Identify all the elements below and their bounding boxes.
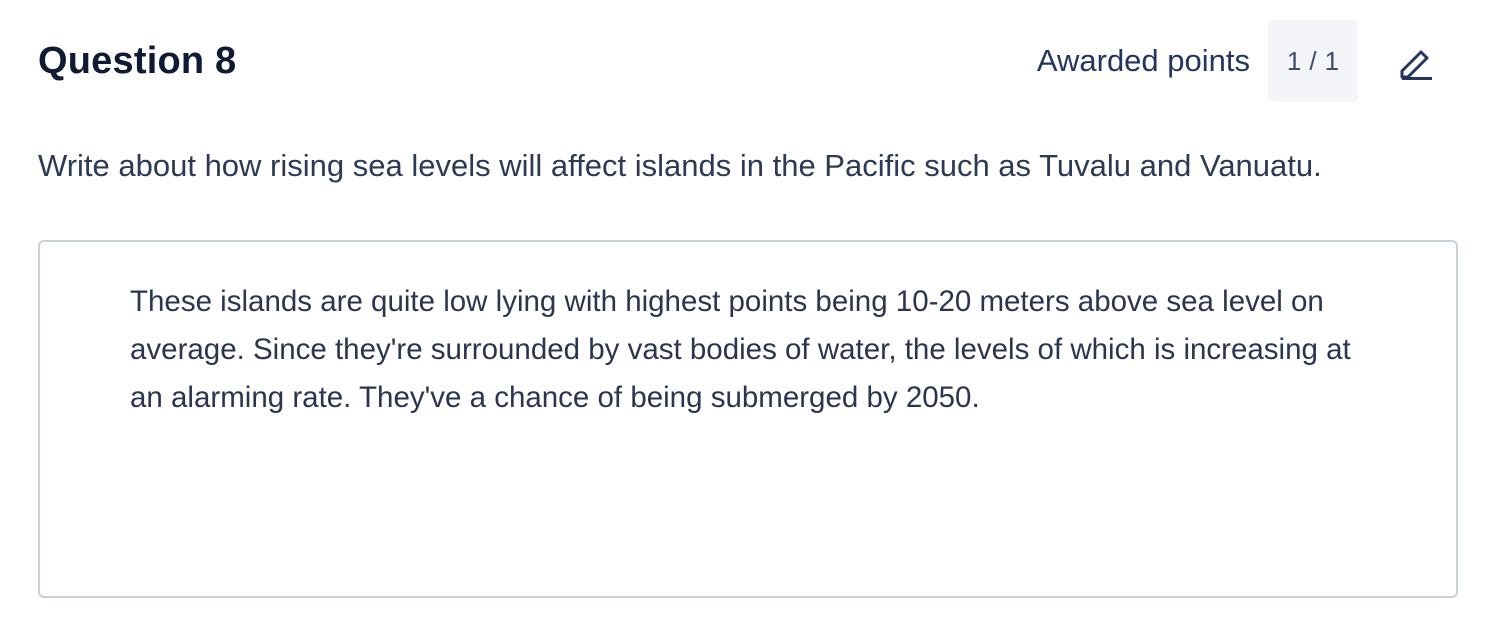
question-header: Question 8 Awarded points 1 / 1	[38, 20, 1438, 102]
awarded-points-label: Awarded points	[1036, 43, 1250, 78]
question-prompt: Write about how rising sea levels will a…	[38, 148, 1322, 183]
awarded-points-value: 1	[1286, 45, 1302, 76]
points-display: 1 / 1	[1268, 20, 1358, 102]
question-title: Question 8	[38, 40, 237, 82]
edit-points-button[interactable]	[1396, 41, 1436, 81]
points-separator: /	[1309, 45, 1317, 76]
points-group: Awarded points 1 / 1	[1037, 20, 1438, 102]
pencil-icon	[1400, 50, 1432, 80]
total-points-value: 1	[1324, 45, 1340, 76]
answer-box: These islands are quite low lying with h…	[38, 240, 1458, 598]
answer-text: These islands are quite low lying with h…	[130, 285, 1351, 414]
